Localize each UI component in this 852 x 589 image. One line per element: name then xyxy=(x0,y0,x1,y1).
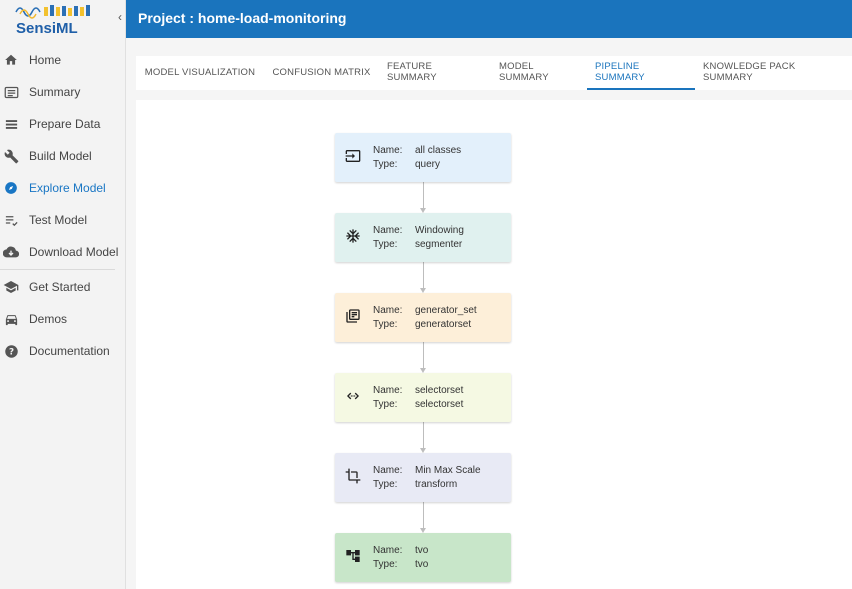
sidebar-item-label: Get Started xyxy=(29,280,91,294)
sidebar-item-home[interactable]: Home xyxy=(0,44,125,76)
sidebar-item-download-model[interactable]: Download Model xyxy=(0,236,125,268)
step-type-label: Type: xyxy=(373,319,398,330)
code-icon xyxy=(345,388,361,404)
pipeline-connector xyxy=(423,182,424,209)
collapse-sidebar-icon[interactable]: ‹ xyxy=(114,9,126,25)
app-header: Project : home-load-monitoring xyxy=(126,0,852,38)
list-icon xyxy=(3,116,19,132)
sidebar-item-label: Build Model xyxy=(29,149,92,163)
pipeline-connector xyxy=(423,422,424,449)
step-type-value: selectorset xyxy=(415,399,464,410)
library-icon xyxy=(345,308,361,324)
tree-icon xyxy=(345,548,361,564)
pipeline-connector xyxy=(423,342,424,369)
step-type-value: generatorset xyxy=(415,319,472,330)
step-name-label: Name: xyxy=(373,385,403,396)
sidebar-item-build-model[interactable]: Build Model xyxy=(0,140,125,172)
step-name-label: Name: xyxy=(373,545,403,556)
step-type-label: Type: xyxy=(373,239,398,250)
step-name-value: Windowing xyxy=(415,225,464,236)
crop-icon xyxy=(345,468,361,484)
sidebar-item-label: Documentation xyxy=(29,344,110,358)
sidebar-item-label: Explore Model xyxy=(29,181,106,195)
sidebar-nav: Home Summary Prepare Data Build Model Ex… xyxy=(0,44,125,367)
step-type-value: tvo xyxy=(415,559,429,570)
sidebar-item-label: Summary xyxy=(29,85,81,99)
step-name-value: Min Max Scale xyxy=(415,465,481,476)
test-icon xyxy=(3,212,19,228)
step-type-label: Type: xyxy=(373,159,398,170)
pipeline-view: Name: all classes Type: query Name: Wind… xyxy=(136,100,852,589)
sidebar-item-label: Home xyxy=(29,53,62,67)
sidebar-item-label: Download Model xyxy=(29,245,119,259)
tab-confusion-matrix[interactable]: CONFUSION MATRIX xyxy=(264,56,379,90)
pipeline-step-query[interactable]: Name: all classes Type: query xyxy=(335,133,511,182)
car-icon xyxy=(3,311,19,327)
sidebar-item-test-model[interactable]: Test Model xyxy=(0,204,125,236)
svg-text:?: ? xyxy=(8,347,13,357)
sidebar-item-prepare-data[interactable]: Prepare Data xyxy=(0,108,125,140)
sidebar-item-documentation[interactable]: ? Documentation xyxy=(0,335,125,367)
summary-icon xyxy=(3,84,19,100)
step-type-value: transform xyxy=(415,479,458,490)
pipeline-step-transform[interactable]: Name: Min Max Scale Type: transform xyxy=(335,453,511,502)
pipeline-step-segmenter[interactable]: Name: Windowing Type: segmenter xyxy=(335,213,511,262)
step-name-value: tvo xyxy=(415,545,429,556)
tab-pipeline-summary[interactable]: PIPELINE SUMMARY xyxy=(587,56,695,90)
logo-text: SensiML xyxy=(16,20,78,36)
sidebar: SensiML ‹ Home Summary Prepare Data Buil xyxy=(0,0,126,589)
step-name-label: Name: xyxy=(373,145,403,156)
input-icon xyxy=(345,148,361,164)
cloud-download-icon xyxy=(3,244,19,260)
step-type-label: Type: xyxy=(373,399,398,410)
help-icon: ? xyxy=(3,343,19,359)
compass-icon xyxy=(3,180,19,196)
school-icon xyxy=(3,279,19,295)
sensiml-logo[interactable]: SensiML xyxy=(14,2,96,36)
step-type-value: segmenter xyxy=(415,239,463,250)
sidebar-item-get-started[interactable]: Get Started xyxy=(0,271,125,303)
sidebar-item-label: Prepare Data xyxy=(29,117,101,131)
sidebar-item-label: Demos xyxy=(29,312,68,326)
tab-knowledge-pack-summary[interactable]: KNOWLEDGE PACK SUMMARY xyxy=(695,56,847,90)
step-type-label: Type: xyxy=(373,479,398,490)
pipeline-connector xyxy=(423,262,424,289)
step-name-label: Name: xyxy=(373,465,403,476)
home-icon xyxy=(3,52,19,68)
tab-feature-summary[interactable]: FEATURE SUMMARY xyxy=(379,56,491,90)
sidebar-divider xyxy=(0,269,115,270)
sidebar-item-label: Test Model xyxy=(29,213,88,227)
step-name-value: generator_set xyxy=(415,305,477,316)
sidebar-item-explore-model[interactable]: Explore Model xyxy=(0,172,125,204)
pipeline-step-tvo[interactable]: Name: tvo Type: tvo xyxy=(335,533,511,582)
sidebar-item-summary[interactable]: Summary xyxy=(0,76,125,108)
step-name-label: Name: xyxy=(373,225,403,236)
step-type-label: Type: xyxy=(373,559,398,570)
step-name-value: all classes xyxy=(415,145,462,156)
step-type-value: query xyxy=(415,159,441,170)
wrench-icon xyxy=(3,148,19,164)
step-name-label: Name: xyxy=(373,305,403,316)
sidebar-item-demos[interactable]: Demos xyxy=(0,303,125,335)
page-title: Project : home-load-monitoring xyxy=(138,10,347,26)
pipeline-connector xyxy=(423,502,424,529)
tab-model-visualization[interactable]: MODEL VISUALIZATION xyxy=(136,56,264,90)
step-name-value: selectorset xyxy=(415,385,464,396)
tab-bar: MODEL VISUALIZATION CONFUSION MATRIX FEA… xyxy=(136,56,852,90)
pipeline-step-generatorset[interactable]: Name: generator_set Type: generatorset xyxy=(335,293,511,342)
tab-model-summary[interactable]: MODEL SUMMARY xyxy=(491,56,587,90)
snowflake-icon xyxy=(345,228,361,244)
pipeline-step-selectorset[interactable]: Name: selectorset Type: selectorset xyxy=(335,373,511,422)
